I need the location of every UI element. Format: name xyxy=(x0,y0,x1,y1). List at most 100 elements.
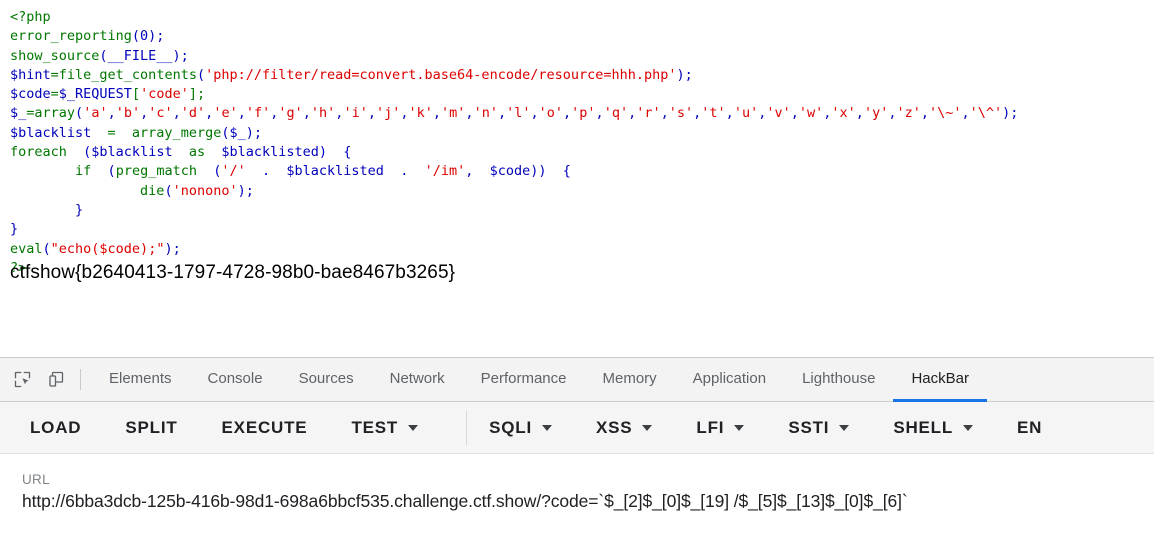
tab-network[interactable]: Network xyxy=(372,358,463,402)
code-token: 's' xyxy=(668,105,694,122)
tab-memory[interactable]: Memory xyxy=(585,358,675,402)
code-token: , xyxy=(920,105,929,122)
code-token: , xyxy=(107,105,116,122)
code-token: 'h' xyxy=(310,105,336,122)
hackbar-execute-button[interactable]: EXECUTE xyxy=(222,418,334,438)
tab-lighthouse[interactable]: Lighthouse xyxy=(784,358,893,402)
chevron-down-icon[interactable] xyxy=(642,424,653,431)
hackbar-lfi-button[interactable]: LFI xyxy=(696,418,770,438)
code-token: $_ xyxy=(10,105,27,122)
code-token: die xyxy=(140,182,165,199)
code-token: ( xyxy=(66,144,92,161)
code-token: 'php://filter/read=convert.base64-encode… xyxy=(205,66,677,83)
code-token: . xyxy=(245,163,287,180)
code-token: 'z' xyxy=(896,105,921,122)
hackbar-test-button[interactable]: TEST xyxy=(351,418,444,438)
code-token: 'v' xyxy=(766,105,791,122)
tab-console[interactable]: Console xyxy=(190,358,281,402)
code-token: . xyxy=(383,163,425,180)
code-token: , xyxy=(725,105,734,122)
code-token: , xyxy=(432,105,442,122)
code-token: ); xyxy=(164,240,181,257)
code-token: 'd' xyxy=(180,105,206,122)
hackbar-en-button[interactable]: EN xyxy=(1017,418,1068,438)
flag-text: ctfshow{b2640413-1797-4728-98b0-bae8467b… xyxy=(10,262,456,283)
code-token: $code xyxy=(489,163,531,180)
code-token: (__FILE__); xyxy=(99,47,189,64)
code-token: 'm' xyxy=(441,105,466,122)
tab-application[interactable]: Application xyxy=(675,358,784,402)
code-token: $_REQUEST xyxy=(58,86,132,103)
chevron-down-icon[interactable] xyxy=(541,424,552,431)
hackbar-ssti-button[interactable]: SSTI xyxy=(788,418,875,438)
code-token: , xyxy=(530,105,539,122)
code-token: 'k' xyxy=(408,105,433,122)
tab-hackbar[interactable]: HackBar xyxy=(893,358,987,402)
code-token: if xyxy=(75,163,92,180)
code-token: = xyxy=(91,124,132,141)
hackbar-button-label: TEST xyxy=(351,417,399,437)
toolbar-divider xyxy=(80,369,81,390)
code-token: , xyxy=(660,105,669,122)
code-token: 'g' xyxy=(278,105,303,122)
code-token: as xyxy=(188,144,206,161)
code-token: ) { xyxy=(318,144,352,161)
code-token: , xyxy=(465,163,490,180)
code-token: ( xyxy=(196,163,222,180)
tab-elements[interactable]: Elements xyxy=(91,358,190,402)
code-token: 'w' xyxy=(798,105,824,122)
php-source-listing: <?php error_reporting(0); show_source(__… xyxy=(0,0,1154,278)
hackbar-shell-button[interactable]: SHELL xyxy=(893,418,999,438)
hackbar-button-label: LOAD xyxy=(30,417,82,437)
hackbar-button-label: EN xyxy=(1017,417,1043,437)
browser-window: <?php error_reporting(0); show_source(__… xyxy=(0,0,1154,550)
code-token: ( xyxy=(164,182,173,199)
code-token: 'o' xyxy=(538,105,564,122)
devtools-tabbar: Elements Console Sources Network Performance… xyxy=(0,358,1154,402)
hackbar-button-label: SQLI xyxy=(489,417,532,437)
chevron-down-icon[interactable] xyxy=(839,424,850,431)
tab-performance[interactable]: Performance xyxy=(463,358,585,402)
code-token: <?php xyxy=(10,9,51,25)
code-token: 'a' xyxy=(83,105,108,122)
code-token: eval xyxy=(10,240,43,257)
code-token: , xyxy=(628,105,637,122)
hackbar-xss-button[interactable]: XSS xyxy=(596,418,678,438)
tab-sources[interactable]: Sources xyxy=(281,358,372,402)
code-token: 'u' xyxy=(733,105,759,122)
chevron-down-icon[interactable] xyxy=(963,424,974,431)
hackbar-sqli-button[interactable]: SQLI xyxy=(489,418,578,438)
hackbar-button-label: EXECUTE xyxy=(221,417,308,437)
code-token: $code xyxy=(10,86,51,103)
hackbar-body: URL http://6bba3dcb-125b-416b-98d1-698a6… xyxy=(0,454,1154,512)
code-token: $blacklisted xyxy=(221,144,319,161)
code-token: '\~' xyxy=(929,105,962,122)
code-token: foreach xyxy=(10,144,67,161)
code-token: 'y' xyxy=(863,105,889,122)
hackbar-button-label: XSS xyxy=(595,417,633,437)
code-token: } xyxy=(10,201,84,218)
device-toolbar-icon[interactable] xyxy=(42,366,70,394)
devtools-panel: Elements Console Sources Network Performance… xyxy=(0,357,1154,550)
hackbar-load-button[interactable]: LOAD xyxy=(30,418,107,438)
code-token: ( xyxy=(42,240,51,257)
code-token: ]; xyxy=(188,86,206,103)
code-token: ); xyxy=(1002,105,1019,122)
code-token: (0); xyxy=(131,28,165,45)
url-input[interactable]: http://6bba3dcb-125b-416b-98d1-698a6bbcf… xyxy=(22,491,1154,512)
code-token: '/' xyxy=(221,163,246,180)
code-token: ( xyxy=(196,66,206,83)
url-field-label: URL xyxy=(22,472,50,487)
code-token: = xyxy=(50,86,59,103)
code-token: 'j' xyxy=(375,105,401,122)
code-token: error_reporting xyxy=(10,28,132,45)
code-token: , xyxy=(790,105,799,122)
code-token: 'r' xyxy=(636,105,661,122)
hackbar-split-button[interactable]: SPLIT xyxy=(125,418,203,438)
chevron-down-icon[interactable] xyxy=(734,424,745,431)
code-token: array_merge xyxy=(131,124,222,141)
inspect-element-icon[interactable] xyxy=(8,366,36,394)
chevron-down-icon[interactable] xyxy=(408,424,419,431)
hackbar-button-label: SSTI xyxy=(788,417,830,437)
